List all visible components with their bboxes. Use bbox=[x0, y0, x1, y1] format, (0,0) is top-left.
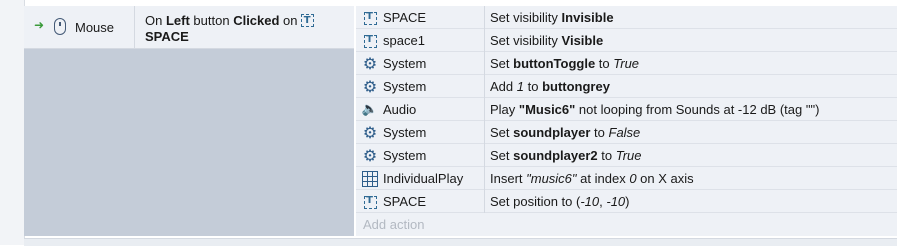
action-description[interactable]: Add 1 to buttongrey bbox=[490, 79, 610, 94]
left-gutter bbox=[0, 0, 25, 245]
text-object-icon bbox=[301, 13, 315, 29]
action-object-name: SPACE bbox=[383, 194, 427, 209]
conditions-column: ➜ Mouse On Left button Clicked on SPACE bbox=[24, 6, 354, 236]
condition-target: SPACE bbox=[145, 29, 189, 44]
gear-icon: ⚙ bbox=[362, 123, 378, 142]
action-description[interactable]: Set buttonToggle to True bbox=[490, 56, 639, 71]
action-row[interactable]: space1 Set visibility Visible bbox=[356, 29, 897, 52]
action-description[interactable]: Set soundplayer to False bbox=[490, 125, 640, 140]
action-row[interactable]: ⚙ System Set soundplayer to False bbox=[356, 121, 897, 144]
gear-icon: ⚙ bbox=[362, 146, 378, 165]
action-row[interactable]: ⚙ System Add 1 to buttongrey bbox=[356, 75, 897, 98]
add-action-link[interactable]: Add action bbox=[363, 217, 424, 232]
action-row[interactable]: IndividualPlay Insert "music6" at index 0… bbox=[356, 167, 897, 190]
action-object-name: System bbox=[383, 56, 427, 71]
action-description[interactable]: Set visibility Invisible bbox=[490, 10, 614, 25]
action-object-name: Audio bbox=[383, 102, 417, 117]
event-block[interactable]: ➜ Mouse On Left button Clicked on SPACE … bbox=[24, 6, 897, 236]
text-object-icon bbox=[362, 10, 378, 26]
action-row[interactable]: ⚙ System Set soundplayer2 to True bbox=[356, 144, 897, 167]
action-object-name: SPACE bbox=[383, 10, 427, 25]
condition-text[interactable]: On Left button Clicked on SPACE bbox=[145, 13, 350, 45]
action-description[interactable]: Set visibility Visible bbox=[490, 33, 603, 48]
mouse-icon bbox=[54, 18, 66, 35]
speaker-icon: 🔈 bbox=[361, 102, 379, 117]
text-object-icon bbox=[362, 194, 378, 210]
action-object-name: System bbox=[383, 148, 427, 163]
actions-column: SPACE Set visibility Invisible space1 Set v… bbox=[356, 6, 897, 236]
grid-icon bbox=[362, 171, 378, 187]
gear-icon: ⚙ bbox=[362, 54, 378, 73]
action-object-name: System bbox=[383, 125, 427, 140]
action-row[interactable]: SPACE Set visibility Invisible bbox=[356, 6, 897, 29]
action-row[interactable]: SPACE Set position to (-10, -10) bbox=[356, 190, 897, 213]
action-object-name: IndividualPlay bbox=[383, 171, 464, 186]
action-description[interactable]: Play "Music6" not looping from Sounds at… bbox=[490, 102, 819, 117]
gear-icon: ⚙ bbox=[362, 77, 378, 96]
text-object-icon bbox=[362, 33, 378, 49]
action-description[interactable]: Set position to (-10, -10) bbox=[490, 194, 630, 209]
action-description[interactable]: Insert "music6" at index 0 on X axis bbox=[490, 171, 694, 186]
action-object-name: System bbox=[383, 79, 427, 94]
condition-object-name: Mouse bbox=[75, 20, 115, 35]
action-object-name: space1 bbox=[383, 33, 425, 48]
action-row[interactable]: 🔈 Audio Play "Music6" not looping from Sou… bbox=[356, 98, 897, 121]
arrow-right-icon: ➜ bbox=[34, 18, 45, 32]
action-description[interactable]: Set soundplayer2 to True bbox=[490, 148, 642, 163]
condition-row[interactable]: ➜ Mouse On Left button Clicked on SPACE bbox=[24, 6, 354, 49]
action-row[interactable]: ⚙ System Set buttonToggle to True bbox=[356, 52, 897, 75]
